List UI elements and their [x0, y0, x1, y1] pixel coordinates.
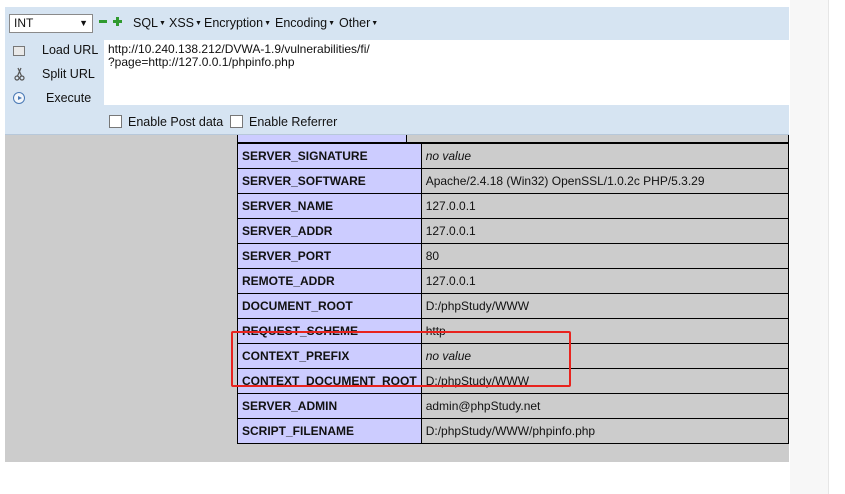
- menu-other[interactable]: Other▼: [339, 16, 378, 30]
- menu-sql[interactable]: SQL▼: [133, 16, 166, 30]
- table-row: DOCUMENT_ROOT D:/phpStudy/WWW: [237, 293, 789, 319]
- url-input[interactable]: http://10.240.138.212/DVWA-1.9/vulnerabi…: [104, 40, 789, 105]
- menu-sql-label: SQL: [133, 16, 159, 30]
- table-row: SERVER_SOFTWARE Apache/2.4.18 (Win32) Ope…: [237, 168, 789, 194]
- menu-encryption[interactable]: Encryption▼: [204, 16, 271, 30]
- checkbox-icon: [230, 115, 243, 128]
- table-row: SERVER_PORT 80: [237, 243, 789, 269]
- menu-encryption-label: Encryption: [204, 16, 264, 30]
- row-value: 127.0.0.1: [420, 193, 789, 219]
- caret-icon: ▼: [264, 20, 271, 28]
- menu-other-label: Other: [339, 16, 371, 30]
- row-key: SERVER_SIGNATURE: [237, 143, 422, 169]
- row-value: 127.0.0.1: [420, 268, 789, 294]
- play-icon: [13, 92, 25, 104]
- row-value: no value: [420, 143, 789, 169]
- caret-icon: ▼: [371, 20, 379, 28]
- highlight-box: [231, 331, 571, 387]
- row-key: SERVER_PORT: [237, 243, 422, 269]
- enable-referrer-checkbox[interactable]: Enable Referrer: [230, 115, 337, 129]
- table-row: REMOTE_ADDR 127.0.0.1: [237, 268, 789, 294]
- type-select-value: INT: [14, 16, 34, 30]
- table-row: SERVER_NAME 127.0.0.1: [237, 193, 789, 219]
- dropdown-arrow-icon: ▼: [79, 18, 88, 28]
- url-line-2: ?page=http://127.0.0.1/phpinfo.php: [108, 55, 295, 69]
- decrease-icon[interactable]: [99, 20, 107, 23]
- table-row: SERVER_ADDR 127.0.0.1: [237, 218, 789, 244]
- phpinfo-content: SERVER_SIGNATURE no value SERVER_SOFTWARE A…: [5, 135, 789, 462]
- execute-button[interactable]: Execute: [9, 88, 101, 108]
- caret-icon: ▼: [328, 20, 336, 28]
- row-value: admin@phpStudy.net: [420, 393, 789, 419]
- hackbar-panel: INT ▼ SQL▼ XSS▼ Encryption▼ Encoding▼ Ot…: [5, 7, 789, 135]
- enable-referrer-label: Enable Referrer: [249, 115, 338, 129]
- load-url-label: Load URL: [42, 43, 99, 57]
- table-row: SCRIPT_FILENAME D:/phpStudy/WWW/phpinfo.p…: [237, 418, 789, 444]
- menu-encoding[interactable]: Encoding▼: [275, 16, 335, 30]
- row-key: SCRIPT_FILENAME: [237, 418, 422, 444]
- server-variables-table: SERVER_SIGNATURE no value SERVER_SOFTWARE A…: [237, 143, 789, 444]
- caret-icon: ▼: [159, 20, 166, 28]
- split-url-button[interactable]: Split URL: [9, 64, 101, 84]
- increase-icon[interactable]: [113, 17, 122, 26]
- row-key: REMOTE_ADDR: [237, 268, 422, 294]
- row-value: 127.0.0.1: [420, 218, 789, 244]
- load-url-button[interactable]: Load URL: [9, 40, 101, 60]
- table-row: SERVER_SIGNATURE no value: [237, 143, 789, 169]
- menu-xss-label: XSS: [169, 16, 195, 30]
- row-value: Apache/2.4.18 (Win32) OpenSSL/1.0.2c PHP…: [420, 168, 789, 194]
- execute-label: Execute: [46, 91, 92, 105]
- type-select[interactable]: INT ▼: [9, 14, 93, 33]
- checkbox-icon: [109, 115, 122, 128]
- row-key: SERVER_NAME: [237, 193, 422, 219]
- hackbar-toolbar: INT ▼ SQL▼ XSS▼ Encryption▼ Encoding▼ Ot…: [5, 7, 789, 39]
- row-key: SERVER_ADMIN: [237, 393, 422, 419]
- menu-encoding-label: Encoding: [275, 16, 328, 30]
- load-url-icon: [13, 46, 25, 56]
- caret-icon: ▼: [195, 20, 202, 28]
- row-value: 80: [420, 243, 789, 269]
- split-url-label: Split URL: [42, 67, 95, 81]
- hackbar-sidebar: Load URL Split URL Execute: [5, 39, 103, 134]
- row-value: D:/phpStudy/WWW/phpinfo.php: [420, 418, 789, 444]
- table-row: SERVER_ADMIN admin@phpStudy.net: [237, 393, 789, 419]
- row-key: DOCUMENT_ROOT: [237, 293, 422, 319]
- enable-post-data-checkbox[interactable]: Enable Post data: [109, 115, 223, 129]
- row-value: D:/phpStudy/WWW: [420, 293, 789, 319]
- partial-row: [237, 135, 789, 143]
- row-key: SERVER_ADDR: [237, 218, 422, 244]
- scissors-icon: [13, 67, 27, 81]
- enable-post-data-label: Enable Post data: [128, 115, 224, 129]
- row-key: SERVER_SOFTWARE: [237, 168, 422, 194]
- right-gutter: [790, 0, 828, 494]
- window-edge: [828, 0, 845, 494]
- menu-xss[interactable]: XSS▼: [169, 16, 202, 30]
